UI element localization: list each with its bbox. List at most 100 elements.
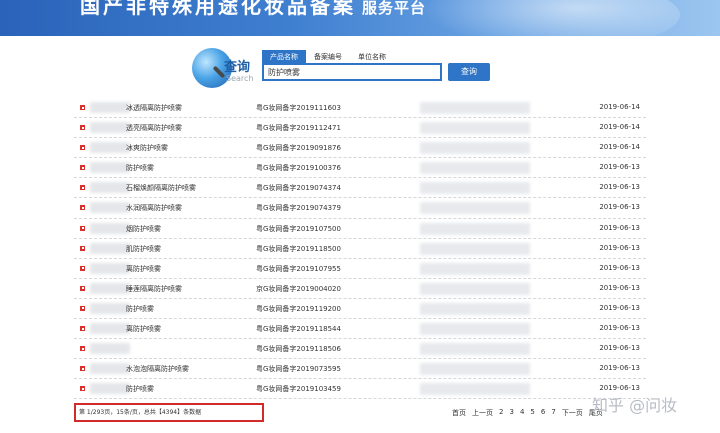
- table-row[interactable]: 离防护喷雾 粤G妆网备字2019118544 2019-06-13: [74, 319, 646, 340]
- redacted-company: [420, 302, 530, 315]
- redacted-text: [90, 383, 130, 395]
- table-row[interactable]: 烟防护喷雾 粤G妆网备字2019107500 2019-06-13: [74, 219, 646, 239]
- table-row[interactable]: 防护喷雾 粤G妆网备字2019103459 2019-06-13: [74, 379, 646, 400]
- pager-link[interactable]: 2: [499, 408, 503, 418]
- product-name-link[interactable]: 防护喷雾: [126, 304, 154, 314]
- table-row[interactable]: 防护喷雾 粤G妆网备字2019100376 2019-06-13: [74, 158, 646, 179]
- search-label-en: Search: [226, 74, 254, 83]
- redacted-company: [420, 343, 530, 356]
- table-row[interactable]: 肌防护喷雾 粤G妆网备字2019118500 2019-06-13: [74, 239, 646, 259]
- record-date: 2019-06-13: [599, 243, 640, 252]
- bullet-icon: [80, 305, 85, 311]
- pager-link[interactable]: 6: [541, 408, 545, 418]
- search-input[interactable]: 防护喷雾: [262, 63, 442, 81]
- product-name-link[interactable]: 睡莲隔离防护喷雾: [126, 284, 182, 294]
- table-row[interactable]: 粤G妆网备字2019118506 2019-06-13: [74, 339, 646, 360]
- bullet-icon: [80, 165, 85, 171]
- record-date: 2019-06-13: [599, 203, 640, 212]
- pager-link[interactable]: 3: [509, 408, 513, 418]
- product-name-link[interactable]: 防护喷雾: [126, 163, 154, 173]
- record-date: 2019-06-14: [599, 123, 640, 132]
- table-row[interactable]: 水润隔离防护喷雾 粤G妆网备字2019074379 2019-06-13: [74, 198, 646, 219]
- site-title-main: 国产非特殊用途化妆品备案: [80, 0, 356, 18]
- bullet-icon: [80, 285, 85, 291]
- pagination-bar: 第 1/293页，15条/页，总共【4394】条数据 首页 上一页 2 3 4 5 6 7 下一…: [74, 403, 646, 423]
- pager-link[interactable]: 5: [530, 408, 534, 418]
- tab-company-name[interactable]: 单位名称: [350, 50, 394, 64]
- record-date: 2019-06-14: [599, 143, 640, 152]
- registration-number: 京G妆网备字2019004020: [256, 284, 341, 293]
- table-row[interactable]: 透亮隔离防护喷雾 粤G妆网备字2019112471 2019-06-14: [74, 118, 646, 139]
- redacted-text: [90, 323, 130, 335]
- product-name-link[interactable]: 离防护喷雾: [126, 324, 161, 334]
- registration-number: 粤G妆网备字2019107955: [256, 264, 341, 273]
- product-name-link[interactable]: 肌防护喷雾: [126, 244, 161, 254]
- product-name-link[interactable]: 冰透隔离防护喷雾: [126, 103, 182, 113]
- redacted-text: [90, 162, 130, 174]
- product-name-link[interactable]: 石榴焕颜隔离防护喷雾: [126, 183, 196, 193]
- product-name-link[interactable]: 水润隔离防护喷雾: [126, 203, 182, 213]
- table-row[interactable]: 石榴焕颜隔离防护喷雾 粤G妆网备字2019074374 2019-06-13: [74, 178, 646, 199]
- registration-number: 粤G妆网备字2019091876: [256, 144, 341, 153]
- bullet-icon: [80, 145, 85, 151]
- record-date: 2019-06-13: [599, 364, 640, 373]
- bullet-icon: [80, 225, 85, 231]
- redacted-text: [90, 242, 130, 254]
- bullet-icon: [80, 185, 85, 191]
- table-row[interactable]: 防护喷雾 粤G妆网备字2019119200 2019-06-13: [74, 299, 646, 320]
- watermark: 知乎 @问妆: [592, 396, 678, 415]
- redacted-company: [420, 323, 530, 336]
- redacted-text: [90, 202, 130, 214]
- product-name-link[interactable]: 烟防护喷雾: [126, 224, 161, 234]
- record-date: 2019-06-13: [599, 344, 640, 353]
- record-date: 2019-06-13: [599, 223, 640, 232]
- redacted-text: [90, 182, 130, 194]
- registration-number: 粤G妆网备字2019074374: [256, 184, 341, 193]
- tab-registration-number[interactable]: 备案编号: [306, 50, 350, 64]
- product-name-link[interactable]: 离防护喷雾: [126, 264, 161, 274]
- registration-number: 粤G妆网备字2019100376: [256, 164, 341, 173]
- redacted-company: [420, 262, 530, 275]
- bullet-icon: [80, 326, 85, 332]
- table-row[interactable]: 冰透隔离防护喷雾 粤G妆网备字2019111603 2019-06-14: [74, 98, 646, 119]
- product-name-link[interactable]: 防护喷雾: [126, 384, 154, 394]
- record-date: 2019-06-13: [599, 283, 640, 292]
- record-date: 2019-06-13: [599, 163, 640, 172]
- bullet-icon: [80, 205, 85, 211]
- pager-link[interactable]: 首页: [452, 408, 466, 418]
- record-date: 2019-06-14: [599, 103, 640, 111]
- pager-link[interactable]: 上一页: [472, 408, 493, 418]
- tab-product-name[interactable]: 产品名称: [262, 50, 306, 64]
- site-title: 国产非特殊用途化妆品备案 服务平台: [80, 0, 426, 18]
- header-banner: 国产非特殊用途化妆品备案 服务平台: [0, 0, 720, 36]
- product-name-link[interactable]: 透亮隔离防护喷雾: [126, 123, 182, 133]
- table-row[interactable]: 离防护喷雾 粤G妆网备字2019107955 2019-06-13: [74, 259, 646, 279]
- redacted-text: [90, 282, 130, 294]
- redacted-text: [90, 222, 130, 234]
- product-name-link[interactable]: 水泡泡隔离防护喷雾: [126, 364, 189, 374]
- result-summary: 第 1/293页，15条/页，总共【4394】条数据: [74, 403, 264, 422]
- pager-link[interactable]: 4: [520, 408, 524, 418]
- pager-link[interactable]: 7: [551, 408, 555, 418]
- bullet-icon: [80, 245, 85, 251]
- redacted-company: [420, 182, 530, 195]
- registration-number: 粤G妆网备字2019118500: [256, 244, 341, 253]
- world-map-decoration: [420, 0, 680, 36]
- pager: 首页 上一页 2 3 4 5 6 7 下一页 尾页: [452, 408, 603, 418]
- registration-number: 粤G妆网备字2019118506: [256, 345, 341, 354]
- search-button[interactable]: 查询: [448, 63, 490, 81]
- redacted-company: [420, 363, 530, 376]
- search-panel: 查询 Search 产品名称 备案编号 单位名称 防护喷雾 查询: [74, 44, 646, 96]
- table-row[interactable]: 水泡泡隔离防护喷雾 粤G妆网备字2019073595 2019-06-13: [74, 359, 646, 380]
- pager-link[interactable]: 下一页: [562, 408, 583, 418]
- record-date: 2019-06-13: [599, 183, 640, 192]
- redacted-company: [420, 282, 530, 295]
- results-list: 冰透隔离防护喷雾 粤G妆网备字2019111603 2019-06-14 透亮隔离防护…: [74, 98, 646, 400]
- product-name-link[interactable]: 冰爽防护喷雾: [126, 143, 168, 153]
- search-tabs: 产品名称 备案编号 单位名称: [262, 50, 394, 64]
- bullet-icon: [80, 265, 85, 271]
- redacted-text: [90, 122, 130, 134]
- redacted-company: [420, 102, 530, 114]
- table-row[interactable]: 冰爽防护喷雾 粤G妆网备字2019091876 2019-06-14: [74, 138, 646, 159]
- table-row[interactable]: 睡莲隔离防护喷雾 京G妆网备字2019004020 2019-06-13: [74, 279, 646, 299]
